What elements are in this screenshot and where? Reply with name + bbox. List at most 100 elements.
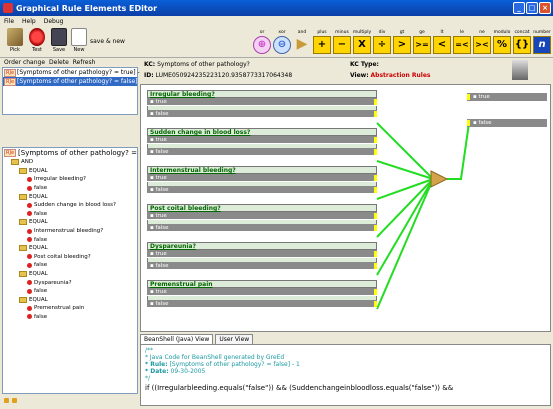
tree-node[interactable]: false <box>3 287 137 296</box>
rule-item-selected[interactable]: RJe [Symptoms of other pathology? = false… <box>3 77 147 86</box>
tree-node[interactable]: EQUAL <box>3 167 137 176</box>
wire-out <box>447 122 471 180</box>
menu-debug[interactable]: Debug <box>44 18 64 25</box>
node-port-false[interactable]: ▪ false <box>147 186 377 194</box>
code-editor[interactable]: /** * Java Code for BeanShell generated … <box>140 344 551 406</box>
down-icon[interactable] <box>12 398 17 403</box>
pick-button[interactable]: Pick <box>6 28 24 53</box>
op-lt[interactable]: lt < <box>432 30 452 54</box>
tab-user-view[interactable]: User View <box>215 334 254 344</box>
tree-node-label: Dyspareunia? <box>34 279 72 286</box>
menu-file[interactable]: File <box>4 18 14 25</box>
node-port-true[interactable]: ▪ true <box>147 250 377 258</box>
tree-node[interactable]: Premenstrual pain <box>3 304 137 313</box>
save-and-new-button[interactable]: save & new <box>90 38 125 45</box>
tree-node[interactable]: Post coital bleeding? <box>3 253 137 262</box>
condition-node[interactable]: Irregular bleeding? ▪ true ▪ false <box>147 90 377 118</box>
op-ge[interactable]: ge >= <box>412 30 432 54</box>
tree-node[interactable]: false <box>3 261 137 270</box>
condition-node[interactable]: Premenstrual pain ▪ true ▪ false <box>147 280 377 308</box>
node-port-true[interactable]: ▪ true <box>147 212 377 220</box>
and-operator-node[interactable] <box>430 170 449 188</box>
maximize-button[interactable]: □ <box>526 2 538 14</box>
tree-node[interactable]: EQUAL <box>3 244 137 253</box>
wire-6 <box>376 178 434 310</box>
up-icon[interactable] <box>4 398 9 403</box>
tab-beanshell-view[interactable]: BeanShell (Java) View <box>140 334 214 344</box>
tree-root[interactable]: RJe[Symptoms of other pathology? = fals <box>3 148 137 158</box>
new-button[interactable]: New <box>70 28 88 53</box>
tree-node-label: Post coital bleeding? <box>34 253 91 260</box>
editor-tabs: BeanShell (Java) View User View <box>140 334 551 344</box>
op-or[interactable]: or ⊕ <box>252 30 272 54</box>
op-gt[interactable]: gt > <box>392 30 412 54</box>
tree-node[interactable]: EQUAL <box>3 218 137 227</box>
output-true[interactable]: ▪ true <box>467 93 547 101</box>
node-port-true[interactable]: ▪ true <box>147 288 377 296</box>
title-bar: Graphical Rule Elements EDitor _ □ × <box>0 0 553 16</box>
tree-node[interactable]: EQUAL <box>3 270 137 279</box>
output-false[interactable]: ▪ false <box>467 119 547 127</box>
tree-node[interactable]: Dyspareunia? <box>3 278 137 287</box>
tree-node[interactable]: AND <box>3 158 137 167</box>
op-number[interactable]: number n <box>532 30 552 54</box>
tree-node[interactable]: false <box>3 184 137 193</box>
node-title: Dyspareunia? <box>147 242 377 250</box>
test-button[interactable]: Test <box>28 28 46 53</box>
condition-node[interactable]: Intermenstrual bleeding? ▪ true ▪ false <box>147 166 377 194</box>
id-label: ID: <box>144 72 154 79</box>
tree-node[interactable]: Irregular bleeding? <box>3 175 137 184</box>
save-button[interactable]: Save <box>50 28 68 53</box>
window-title: Graphical Rule Elements EDitor <box>16 3 158 13</box>
logo-icon <box>512 60 528 80</box>
op-ne[interactable]: ne >< <box>472 30 492 54</box>
rule-list-toolbar: Order change Delete Refresh <box>4 59 95 66</box>
op-div[interactable]: div ÷ <box>372 30 392 54</box>
node-port-false[interactable]: ▪ false <box>147 262 377 270</box>
delete-button[interactable]: Delete <box>49 59 69 66</box>
node-port-true[interactable]: ▪ true <box>147 98 377 106</box>
refresh-button[interactable]: Refresh <box>73 59 96 66</box>
condition-node[interactable]: Dyspareunia? ▪ true ▪ false <box>147 242 377 270</box>
order-change-button[interactable]: Order change <box>4 59 45 66</box>
op-and[interactable]: and ▶ <box>292 30 312 54</box>
splitter[interactable] <box>2 115 138 145</box>
tree-node-label: Irregular bleeding? <box>34 176 86 183</box>
node-port-false[interactable]: ▪ false <box>147 110 377 118</box>
view-label: View: <box>350 72 369 79</box>
op-minus[interactable]: minus − <box>332 30 352 54</box>
op-plus[interactable]: plus + <box>312 30 332 54</box>
menu-help[interactable]: Help <box>22 18 36 25</box>
node-port-false[interactable]: ▪ false <box>147 224 377 232</box>
op-xor[interactable]: xor ⊖ <box>272 30 292 54</box>
rule-icon: RJe <box>4 68 17 77</box>
node-port-false[interactable]: ▪ false <box>147 300 377 308</box>
tree-node[interactable]: false <box>3 313 137 322</box>
node-port-true[interactable]: ▪ true <box>147 174 377 182</box>
node-port-true[interactable]: ▪ true <box>147 136 377 144</box>
op-modulo[interactable]: modulo% <box>492 30 512 54</box>
op-concat[interactable]: concat{} <box>512 30 532 54</box>
tree-node-label: false <box>34 210 48 217</box>
minimize-button[interactable]: _ <box>513 2 525 14</box>
comment-line: */ <box>145 375 151 382</box>
node-port-false[interactable]: ▪ false <box>147 148 377 156</box>
folder-icon <box>19 219 27 226</box>
condition-node[interactable]: Sudden change in blood loss? ▪ true ▪ fals… <box>147 128 377 156</box>
value-dot-icon <box>27 254 32 260</box>
rule-item[interactable]: RJe [Symptoms of other pathology? = true]… <box>3 68 145 77</box>
close-button[interactable]: × <box>539 2 551 14</box>
tree-node[interactable]: Intermenstrual bleeding? <box>3 227 137 236</box>
value-dot-icon <box>27 314 32 320</box>
tree-node-label: EQUAL <box>29 271 48 278</box>
tree-node[interactable]: EQUAL <box>3 192 137 201</box>
op-multiply[interactable]: multiply X <box>352 30 372 54</box>
tree-node[interactable]: false <box>3 210 137 219</box>
tree-node-label: EQUAL <box>29 193 48 200</box>
tree-node[interactable]: EQUAL <box>3 296 137 305</box>
folder-icon <box>19 245 27 252</box>
condition-node[interactable]: Post coital bleeding? ▪ true ▪ false <box>147 204 377 232</box>
tree-node[interactable]: Sudden change in blood loss? <box>3 201 137 210</box>
op-le[interactable]: le =< <box>452 30 472 54</box>
tree-node[interactable]: false <box>3 235 137 244</box>
